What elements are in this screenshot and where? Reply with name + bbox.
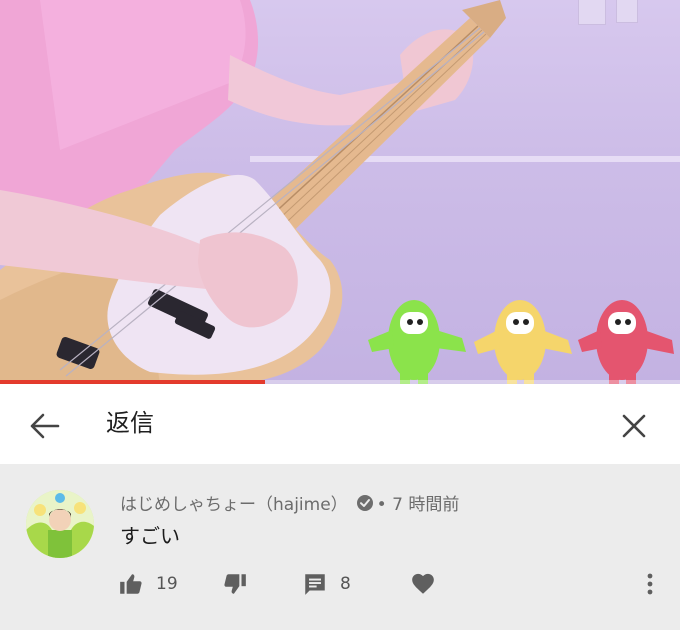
more-options-button[interactable] xyxy=(636,566,664,602)
thumbs-down-icon xyxy=(224,574,246,594)
comment-meta: はじめしゃちょー（hajime） • 7 時間前 xyxy=(120,490,459,515)
video-player[interactable] xyxy=(0,0,680,384)
heart-button[interactable] xyxy=(410,566,436,602)
panel-title: 返信 xyxy=(106,409,154,437)
avatar[interactable] xyxy=(26,490,94,558)
close-icon xyxy=(622,414,646,438)
close-button[interactable] xyxy=(614,406,654,446)
back-button[interactable] xyxy=(26,408,66,444)
thumbs-up-icon xyxy=(120,574,142,594)
yellow-character xyxy=(474,300,572,384)
video-frame xyxy=(0,0,674,384)
comment-icon xyxy=(305,574,325,595)
avatar-image xyxy=(26,490,94,558)
like-button[interactable]: 19 xyxy=(118,566,178,602)
verified-check-icon xyxy=(356,494,373,511)
comment-text: すごい xyxy=(120,524,180,548)
comment-time: • 7 時間前 xyxy=(376,495,460,515)
red-character xyxy=(578,300,674,384)
reply-panel-header: 返信 xyxy=(0,384,680,464)
more-vert-icon xyxy=(647,573,653,595)
comment-actions: 19 8 xyxy=(0,566,680,602)
heart-icon xyxy=(412,573,434,594)
like-count: 19 xyxy=(156,574,178,594)
comment-author[interactable]: はじめしゃちょー（hajime） xyxy=(120,490,348,515)
green-character xyxy=(368,300,466,384)
comment: はじめしゃちょー（hajime） • 7 時間前 すごい 19 8 xyxy=(0,464,680,630)
arrow-left-icon xyxy=(30,413,60,439)
reply-count: 8 xyxy=(340,574,351,594)
dislike-button[interactable] xyxy=(222,566,248,602)
replies-button[interactable]: 8 xyxy=(302,566,351,602)
